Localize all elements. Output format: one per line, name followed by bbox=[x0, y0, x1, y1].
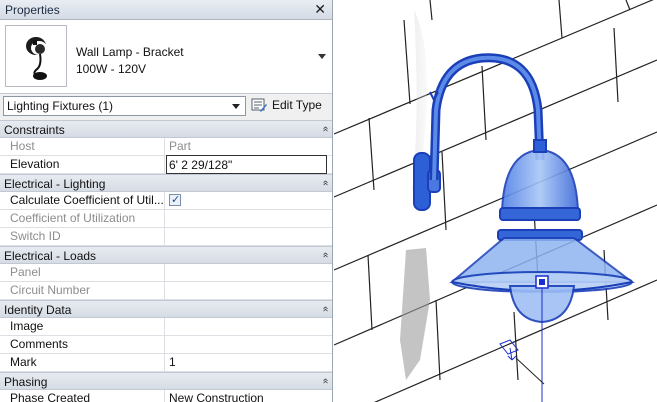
collapse-icon[interactable]: « bbox=[320, 252, 331, 255]
group-label: Identity Data bbox=[4, 303, 72, 317]
type-selector[interactable]: Wall Lamp - Bracket 100W - 120V bbox=[0, 20, 332, 94]
property-value[interactable] bbox=[166, 336, 327, 353]
property-row[interactable]: Mark 1 bbox=[0, 354, 332, 372]
property-row[interactable]: Coefficient of Utilization bbox=[0, 210, 332, 228]
property-value[interactable] bbox=[166, 228, 327, 245]
property-label: Switch ID bbox=[0, 228, 165, 245]
palette-titlebar[interactable]: Properties ✕ bbox=[0, 0, 332, 20]
chevron-down-icon[interactable] bbox=[318, 54, 326, 59]
edit-type-icon bbox=[251, 98, 267, 112]
property-row[interactable]: Elevation 6' 2 29/128" bbox=[0, 155, 332, 174]
property-label: Host bbox=[0, 138, 165, 155]
property-value[interactable] bbox=[166, 192, 327, 209]
property-label: Calculate Coefficient of Util... bbox=[0, 192, 165, 209]
edit-type-label: Edit Type bbox=[272, 98, 322, 112]
property-label: Coefficient of Utilization bbox=[0, 210, 165, 227]
flip-control-icon[interactable] bbox=[499, 339, 545, 385]
property-label: Comments bbox=[0, 336, 165, 353]
instance-filter-dropdown[interactable]: Lighting Fixtures (1) bbox=[3, 96, 246, 116]
group-header[interactable]: Electrical - Loads « bbox=[0, 246, 332, 264]
property-value[interactable]: New Construction bbox=[166, 390, 327, 402]
palette-title: Properties bbox=[5, 3, 60, 17]
instance-filter-row: Lighting Fixtures (1) Edit Type bbox=[0, 94, 332, 119]
property-label: Phase Created bbox=[0, 390, 165, 402]
group-header[interactable]: Constraints « bbox=[0, 120, 332, 138]
type-subtitle: 100W - 120V bbox=[76, 62, 147, 76]
property-row[interactable]: Calculate Coefficient of Util... bbox=[0, 192, 332, 210]
wall-lamp-thumbnail-icon bbox=[5, 25, 67, 87]
type-name: Wall Lamp - Bracket bbox=[76, 45, 184, 59]
property-label: Elevation bbox=[0, 156, 165, 173]
property-value[interactable] bbox=[166, 318, 327, 335]
collapse-icon[interactable]: « bbox=[320, 126, 331, 129]
property-row[interactable]: Comments bbox=[0, 336, 332, 354]
property-value[interactable] bbox=[166, 264, 327, 281]
group-header[interactable]: Electrical - Lighting « bbox=[0, 174, 332, 192]
property-row[interactable]: Panel bbox=[0, 264, 332, 282]
property-row[interactable]: Image bbox=[0, 318, 332, 336]
group-header[interactable]: Identity Data « bbox=[0, 300, 332, 318]
property-value[interactable] bbox=[166, 210, 327, 227]
group-label: Electrical - Lighting bbox=[4, 177, 106, 191]
property-value[interactable]: Part bbox=[166, 138, 327, 155]
instance-filter-value: Lighting Fixtures (1) bbox=[7, 99, 114, 113]
property-row[interactable]: Phase Created New Construction bbox=[0, 390, 332, 402]
property-label: Panel bbox=[0, 264, 165, 281]
group-label: Electrical - Loads bbox=[4, 249, 97, 263]
property-row[interactable]: Switch ID bbox=[0, 228, 332, 246]
group-header[interactable]: Phasing « bbox=[0, 372, 332, 390]
group-label: Constraints bbox=[4, 123, 65, 137]
edit-type-button[interactable]: Edit Type bbox=[251, 96, 329, 116]
properties-grid: Constraints « Host Part Elevation 6' 2 29/128… bbox=[0, 120, 332, 402]
group-label: Phasing bbox=[4, 375, 48, 389]
close-icon[interactable]: ✕ bbox=[314, 1, 326, 17]
checkbox-checked[interactable] bbox=[169, 193, 181, 206]
property-row[interactable]: Host Part bbox=[0, 138, 332, 156]
property-label: Circuit Number bbox=[0, 282, 165, 299]
property-value[interactable] bbox=[166, 282, 327, 299]
property-label: Mark bbox=[0, 354, 165, 371]
property-label: Image bbox=[0, 318, 165, 335]
property-row[interactable]: Circuit Number bbox=[0, 282, 332, 300]
properties-palette: Properties ✕ Wall Lamp - Bracket 100W - … bbox=[0, 0, 333, 402]
collapse-icon[interactable]: « bbox=[320, 306, 331, 309]
property-value[interactable]: 1 bbox=[166, 354, 327, 371]
drawing-viewport[interactable] bbox=[334, 0, 657, 402]
collapse-icon[interactable]: « bbox=[320, 378, 331, 381]
chevron-down-icon[interactable] bbox=[232, 104, 240, 109]
collapse-icon[interactable]: « bbox=[320, 180, 331, 183]
property-value-input[interactable]: 6' 2 29/128" bbox=[166, 155, 327, 174]
wall-lamp-bracket[interactable] bbox=[413, 53, 635, 324]
